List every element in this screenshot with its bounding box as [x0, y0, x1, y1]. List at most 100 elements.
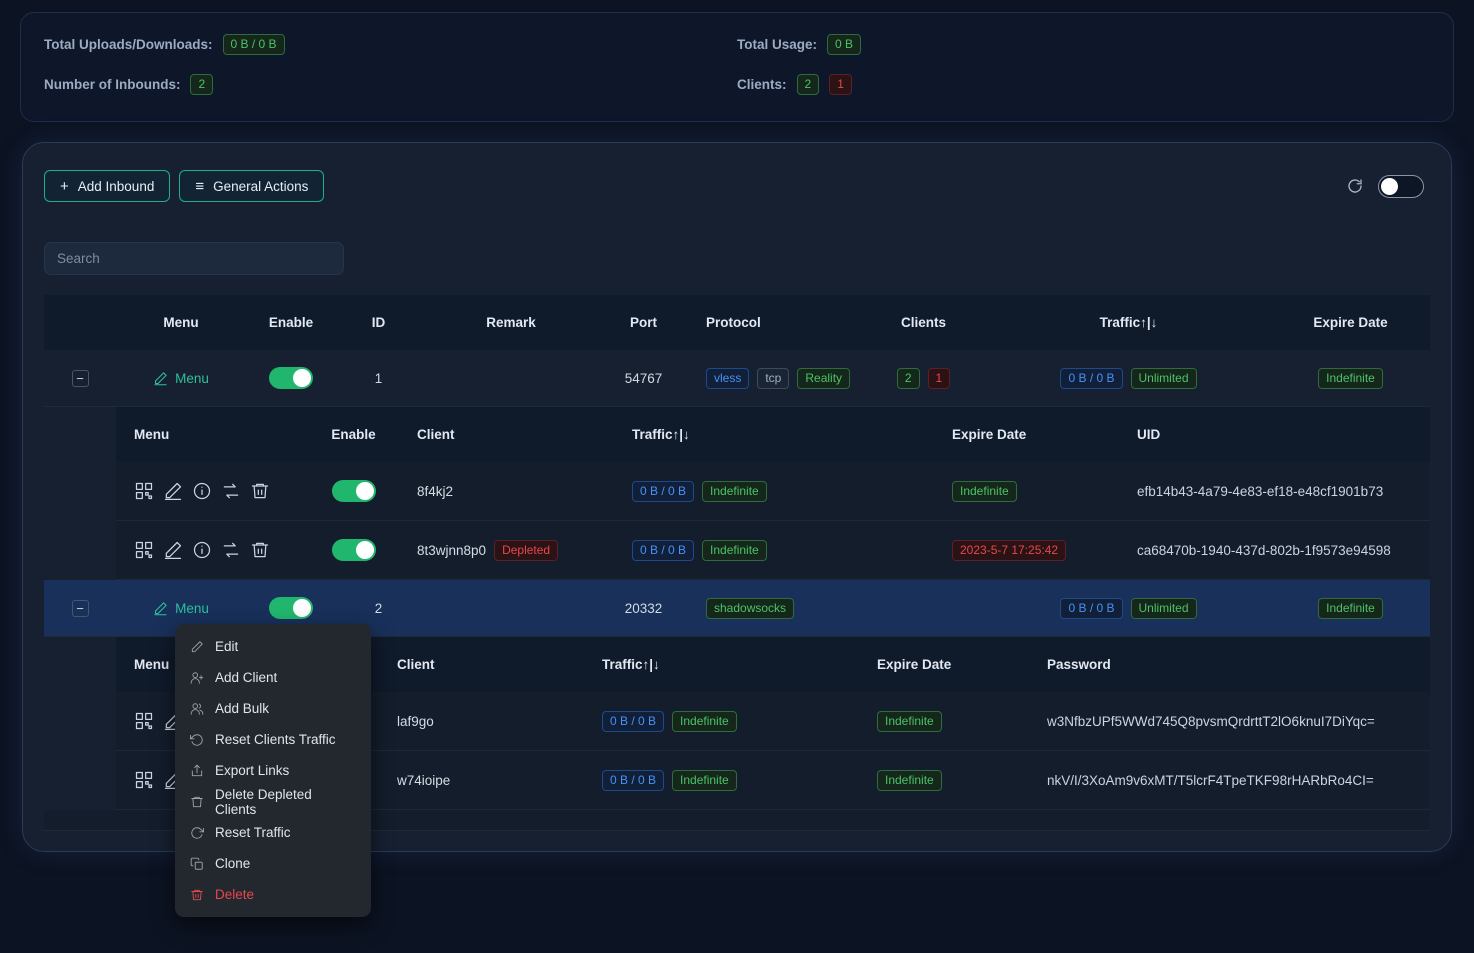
qrcode-icon[interactable]: [134, 481, 154, 501]
expire-badge: Indefinite: [1318, 368, 1383, 389]
client-traffic-badge: 0 B / 0 B: [632, 481, 694, 502]
menu-item-add-client[interactable]: Add Client: [175, 662, 371, 693]
edit-pencil-icon: [153, 601, 168, 616]
qrcode-icon[interactable]: [134, 711, 154, 731]
qrcode-icon[interactable]: [134, 540, 154, 560]
client-traffic-badge: 0 B / 0 B: [602, 770, 664, 791]
inbound-1-clients-table: Menu Enable Client Traffic↑|↓ Expire Dat…: [116, 407, 1430, 580]
info-icon[interactable]: [192, 481, 212, 501]
theme-toggle[interactable]: [1378, 175, 1424, 198]
inbound-2-menu-button[interactable]: Menu: [116, 601, 246, 616]
traffic-badge: 0 B / 0 B: [1060, 368, 1122, 389]
stat-clients: Clients: 2 1: [737, 72, 1430, 96]
inbound-2-port: 20332: [601, 601, 686, 616]
toolbar: + Add Inbound ≡ General Actions: [44, 170, 1430, 202]
header-remark: Remark: [421, 315, 601, 330]
sub-header-password: Password: [1031, 657, 1430, 672]
client-name: 8f4kj2: [401, 484, 616, 499]
inbound-2-enable-toggle[interactable]: [269, 597, 313, 619]
menu-item-label: Export Links: [215, 763, 289, 778]
menu-item-export-links[interactable]: Export Links: [175, 755, 371, 786]
sub-header-traffic-sort[interactable]: Traffic↑|↓: [586, 657, 861, 672]
inbounds-page: Total Uploads/Downloads: 0 B / 0 B Total…: [0, 0, 1474, 953]
edit-client-icon[interactable]: [163, 481, 183, 501]
transmission-badge: tcp: [757, 368, 789, 389]
client-expire-badge: Indefinite: [877, 711, 942, 732]
qrcode-icon[interactable]: [134, 770, 154, 790]
sub-header-expire: Expire Date: [861, 657, 1031, 672]
search-input[interactable]: [44, 242, 344, 275]
add-inbound-button[interactable]: + Add Inbound: [44, 170, 170, 202]
menu-item-reset-traffic[interactable]: Reset Traffic: [175, 817, 371, 848]
general-actions-button[interactable]: ≡ General Actions: [179, 170, 324, 202]
add-client-icon: [190, 671, 204, 685]
menu-item-add-bulk[interactable]: Add Bulk: [175, 693, 371, 724]
inbound-1-menu-button[interactable]: Menu: [116, 371, 246, 386]
toggle-knob: [293, 369, 311, 387]
uploads-value-badge: 0 B / 0 B: [223, 34, 285, 55]
sub-header-menu: Menu: [116, 427, 306, 442]
reset-traffic-icon: [190, 826, 204, 840]
protocol-badge: vless: [706, 368, 749, 389]
menu-item-delete[interactable]: Delete: [175, 879, 371, 910]
stat-number-of-inbounds: Number of Inbounds: 2: [44, 72, 737, 96]
menu-item-clone[interactable]: Clone: [175, 848, 371, 879]
clients-depleted-badge: 1: [928, 368, 951, 389]
client-uid: efb14b43-4a79-4e83-ef18-e48cf1901b73: [1121, 484, 1430, 499]
inbound-1-id: 1: [336, 371, 421, 386]
edit-client-icon[interactable]: [163, 540, 183, 560]
client-traffic-limit-badge: Indefinite: [672, 711, 737, 732]
client-enable-toggle[interactable]: [332, 480, 376, 502]
client-password: nkV/I/3XoAm9v6xMT/T5lcrF4TpeTKF98rHARbRo…: [1031, 773, 1430, 788]
add-inbound-label: Add Inbound: [78, 179, 155, 194]
stat-total-uploads-downloads: Total Uploads/Downloads: 0 B / 0 B: [44, 32, 737, 56]
menu-item-edit[interactable]: Edit: [175, 631, 371, 662]
protocol-badge: shadowsocks: [706, 598, 794, 619]
inbound-1-enable-toggle[interactable]: [269, 367, 313, 389]
header-traffic-sort[interactable]: Traffic↑|↓: [986, 315, 1271, 330]
header-clients: Clients: [861, 315, 986, 330]
edit-icon: [190, 640, 204, 654]
reset-traffic-icon[interactable]: [221, 540, 241, 560]
table-header-row: Menu Enable ID Remark Port Protocol Clie…: [44, 295, 1430, 350]
clients-active-badge: 2: [897, 368, 920, 389]
menu-item-label: Reset Clients Traffic: [215, 732, 336, 747]
menu-item-label: Add Bulk: [215, 701, 269, 716]
traffic-limit-badge: Unlimited: [1131, 598, 1197, 619]
inbound-1-port: 54767: [601, 371, 686, 386]
client-enable-toggle[interactable]: [332, 539, 376, 561]
client-expire-badge: Indefinite: [952, 481, 1017, 502]
client-traffic-badge: 0 B / 0 B: [602, 711, 664, 732]
inbounds-label: Number of Inbounds:: [44, 77, 180, 92]
clients-depleted-badge: 1: [829, 74, 852, 95]
client-traffic-limit-badge: Indefinite: [702, 540, 767, 561]
export-links-icon: [190, 764, 204, 778]
depleted-badge: Depleted: [494, 540, 558, 561]
sub-header-expire: Expire Date: [936, 427, 1121, 442]
plus-icon: +: [60, 179, 69, 194]
reset-traffic-icon[interactable]: [221, 481, 241, 501]
clone-icon: [190, 857, 204, 871]
refresh-icon[interactable]: [1346, 177, 1364, 195]
menu-button-label: Menu: [175, 601, 209, 616]
header-port: Port: [601, 315, 686, 330]
client-row: 8f4kj2 0 B / 0 B Indefinite Indefinite e…: [116, 462, 1430, 521]
delete-icon: [190, 888, 204, 902]
sub-header-uid: UID: [1121, 427, 1430, 442]
collapse-row-button[interactable]: −: [72, 370, 89, 387]
menu-button-label: Menu: [175, 371, 209, 386]
menu-item-reset-clients-traffic[interactable]: Reset Clients Traffic: [175, 724, 371, 755]
client-password: w3NfbzUPf5WWd745Q8pvsmQrdrttT2lO6knuI7Di…: [1031, 714, 1430, 729]
inbounds-value-badge: 2: [190, 74, 213, 95]
menu-item-label: Delete: [215, 887, 254, 902]
client-uid: ca68470b-1940-437d-802b-1f9573e94598: [1121, 543, 1430, 558]
sub-header-traffic-sort[interactable]: Traffic↑|↓: [616, 427, 936, 442]
sub-header-enable: Enable: [306, 427, 401, 442]
menu-item-delete-depleted-clients[interactable]: Delete Depleted Clients: [175, 786, 371, 817]
collapse-row-button[interactable]: −: [72, 600, 89, 617]
client-name: 8t3wjnn8p0: [417, 543, 486, 558]
client-row: 8t3wjnn8p0 Depleted 0 B / 0 B Indefinite…: [116, 521, 1430, 580]
info-icon[interactable]: [192, 540, 212, 560]
delete-client-icon[interactable]: [250, 540, 270, 560]
delete-client-icon[interactable]: [250, 481, 270, 501]
